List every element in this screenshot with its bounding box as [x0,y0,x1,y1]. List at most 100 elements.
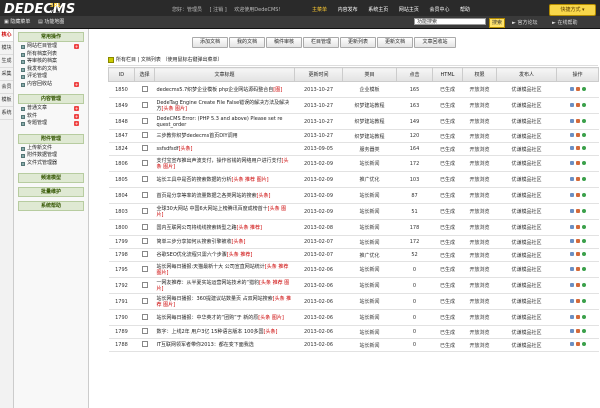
row-title-link[interactable]: 支付宝宣布推出声波支付，操作省钱的网络用户进行支付 [157,158,282,164]
table-row[interactable]: 1789 数字：上线2年 用户3亿 15种语言版本 100多国[头条] 2013-0… [108,325,599,339]
sidebar-item[interactable]: 等审核的档案 [14,58,88,66]
row-checkbox[interactable] [141,175,148,182]
preview-icon[interactable] [581,239,586,243]
preview-icon[interactable] [581,224,586,229]
row-checkbox[interactable] [141,207,148,214]
edit-icon[interactable] [575,146,580,150]
add-document-button[interactable]: 添加文档 [192,37,228,48]
recycle-bin-button[interactable]: 文章回收站 [414,37,456,48]
row-checkbox[interactable] [141,132,148,138]
row-checkbox[interactable] [141,313,148,320]
row-category-link[interactable]: 站长新闻 [342,203,397,220]
row-title-link[interactable]: 国内互联网公司将线线搜索转型之路 [157,225,237,231]
table-row[interactable]: 1850 dedecms5.7织梦企业模板 php企业网站源码整合自[图] 2013… [108,81,599,98]
table-row[interactable]: 1847 三步教你织梦dedecms首页DIY调用 2013-10-27 织梦建站教程… [108,129,599,143]
func-map-button[interactable]: ▤ 功能地图 [38,18,64,25]
edit-icon[interactable] [575,239,580,243]
quick-shortcut-button[interactable]: 快捷方式 ▾ [549,4,596,16]
func-search-input[interactable]: 功能搜索 [414,18,486,25]
view-icon[interactable] [569,133,574,137]
edit-icon[interactable] [575,266,580,271]
edit-icon[interactable] [575,133,580,137]
sidebar-group-attachment[interactable]: 附件管理 [18,133,84,144]
hide-menu-button[interactable]: ▣ 隐藏菜单 [4,18,30,25]
nav-member-center[interactable]: 会员中心 [429,7,449,13]
row-title-link[interactable]: 一网友推荐：从半夏实站运营网站技术的“猎豹 [157,280,260,286]
update-list-button[interactable]: 更新列表 [340,37,376,48]
sidebar-item[interactable]: 内容回收站 + [14,81,88,89]
row-title-link[interactable]: 数字：上线2年 用户3亿 15种语言版本 100多国 [157,329,264,335]
sidebar-tab-collect[interactable]: 采集 [0,68,13,81]
row-category-link[interactable]: 站长新闻 [342,235,397,249]
view-icon[interactable] [569,146,574,150]
row-title-link[interactable]: 简单三步分享如何从搜索引擎被收 [157,239,232,245]
preview-icon[interactable] [581,102,586,107]
edit-icon[interactable] [575,176,580,181]
table-row[interactable]: 1799 简单三步分享如何从搜索引擎被收[头条] 2013-02-07 站长新闻 172… [108,235,599,249]
preview-icon[interactable] [581,86,586,91]
row-title-link[interactable]: 站长网每日播报：中华英才的“团购”于 新的原 [157,315,259,321]
row-category-link[interactable]: 推广优化 [342,171,397,188]
preview-icon[interactable] [581,146,586,150]
view-icon[interactable] [569,342,574,346]
preview-icon[interactable] [581,176,586,181]
add-icon[interactable]: + [74,81,79,87]
row-checkbox[interactable] [141,117,148,124]
review-button[interactable]: 稿件审核 [266,37,302,48]
add-icon[interactable]: + [74,106,79,111]
preview-icon[interactable] [581,192,586,197]
edit-icon[interactable] [575,192,580,197]
sidebar-tab-core[interactable]: 核心 [0,29,13,42]
sidebar-item[interactable]: 上传新文件 [14,145,88,153]
table-row[interactable]: 1790 站长网每日播报：中华英才的“团购”于 新的原[头条 图片] 2013-02… [108,309,599,326]
view-icon[interactable] [569,252,574,256]
row-category-link[interactable]: 站长新闻 [342,325,397,339]
row-title-link[interactable]: DedeCMS Error: (PHP 5.3 and above) Pleas… [157,116,283,128]
sidebar-tab-system[interactable]: 系统 [0,107,13,120]
row-checkbox[interactable] [141,191,148,198]
row-checkbox[interactable] [141,85,148,92]
search-button[interactable]: 搜索 [489,18,505,28]
row-checkbox[interactable] [141,281,148,288]
sidebar-item[interactable]: 普通文章 + [14,105,88,113]
row-title-link[interactable]: 站长网每日播报:天猫最新十大 公司宣直网站统计 [157,264,265,270]
sidebar-item[interactable]: 我发布的文档 [14,66,88,74]
sidebar-item[interactable]: 附件数据管理 [14,152,88,160]
col-header-date[interactable]: 更新时间 [294,67,343,82]
edit-icon[interactable] [575,342,580,346]
nav-site-home[interactable]: 网站主页 [399,7,419,13]
table-row[interactable]: 1795 站长网每日播报:天猫最新十大 公司宣直网站统计[头条 推荐 图片] 201… [108,261,599,278]
row-checkbox[interactable] [141,145,148,151]
row-title-link[interactable]: dedecms5.7织梦企业模板 php企业网站源码整合自 [157,87,274,93]
table-row[interactable]: 1806 支付宝宣布推出声波支付，操作省钱的网络用户进行支付[头条 图片] 2013… [108,155,599,172]
view-icon[interactable] [569,86,574,91]
table-row[interactable]: 1848 DedeCMS Error: (PHP 5.3 and above) P… [108,113,599,130]
row-checkbox[interactable] [141,223,148,230]
sidebar-item[interactable]: 软件 + [14,113,88,121]
view-icon[interactable] [569,208,574,213]
table-row[interactable]: 1791 站长网每日播报：360提建议站数量页 占双网站搜索[头条 推荐 图片] 2… [108,293,599,310]
row-title-link[interactable]: 站长工具中是否的搜索数据的分析 [157,177,232,183]
sidebar-group-help[interactable]: 系统帮助 [18,201,84,211]
edit-icon[interactable] [575,252,580,256]
sidebar-tab-member[interactable]: 会员 [0,81,13,94]
view-icon[interactable] [569,192,574,197]
row-checkbox[interactable] [141,265,148,272]
sidebar-tab-generate[interactable]: 生成 [0,55,13,68]
view-icon[interactable] [569,282,574,287]
preview-icon[interactable] [581,342,586,346]
edit-icon[interactable] [575,208,580,213]
table-row[interactable]: 1800 国内互联网公司将线线搜索转型之路[头条 推荐] 2013-02-08 站长新… [108,219,599,236]
row-category-link[interactable]: 站长新闻 [342,187,397,204]
sidebar-item[interactable]: 文件式管理器 [14,160,88,168]
row-title-link[interactable]: IT互联网领军者带你2013：都在变下面我选 [157,342,254,348]
table-row[interactable]: 1788 IT互联网领军者带你2013：都在变下面我选 2013-02-06 站长新闻… [108,338,599,352]
col-header-hits[interactable]: 点击 [396,67,433,82]
nav-system-home[interactable]: 系统主页 [368,7,388,13]
preview-icon[interactable] [581,252,586,256]
sidebar-group-common[interactable]: 常用操作 [18,32,84,42]
view-icon[interactable] [569,102,574,107]
edit-icon[interactable] [575,160,580,165]
row-checkbox[interactable] [141,251,148,257]
online-help-link[interactable]: ► 在线帮助 [552,19,577,26]
